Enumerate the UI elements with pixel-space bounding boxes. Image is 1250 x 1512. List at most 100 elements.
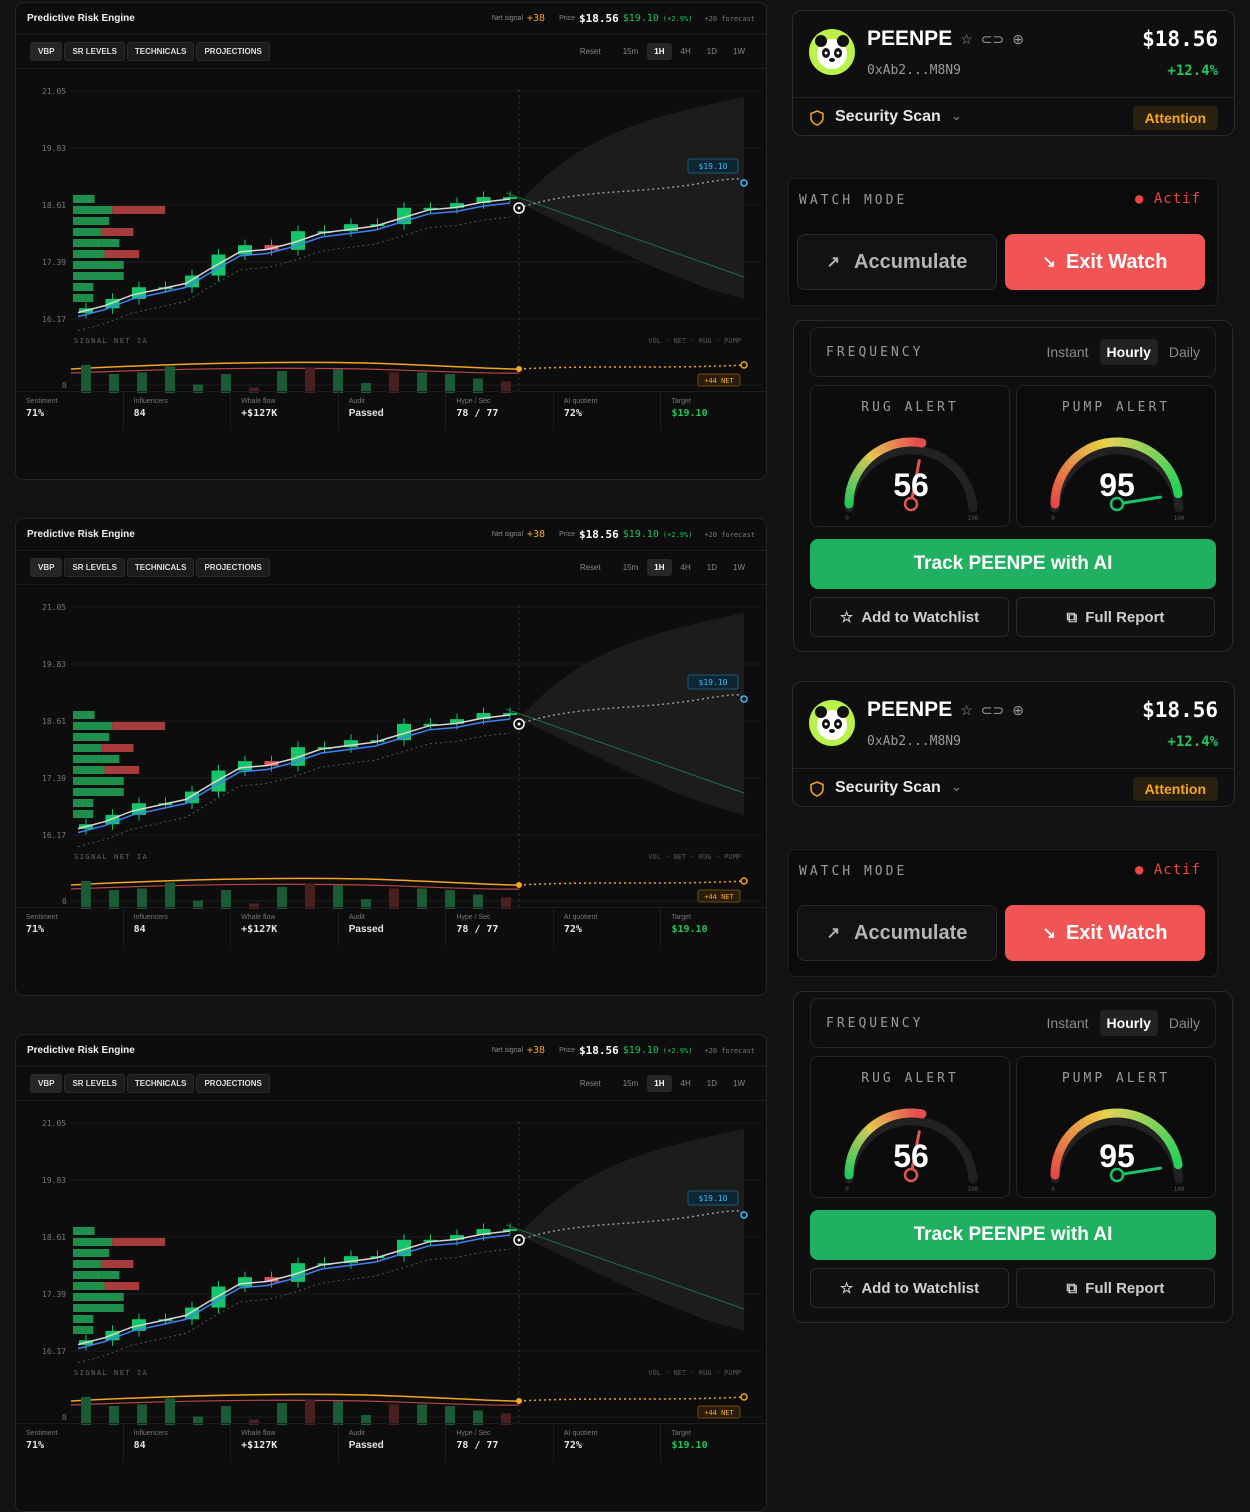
tab-sr-levels[interactable]: SR LEVELS	[64, 558, 124, 577]
exit-watch-button[interactable]: ↘ Exit Watch	[1005, 234, 1205, 290]
gauge-min: 0	[845, 515, 849, 522]
pump-alert-gauge[interactable]: PUMP ALERT 950100	[1016, 385, 1216, 527]
reset-button[interactable]: Reset	[573, 1075, 608, 1092]
add-watchlist-button[interactable]: ☆ Add to Watchlist	[810, 597, 1009, 637]
accumulate-button[interactable]: ↗ Accumulate	[797, 234, 997, 290]
tab-sr-levels[interactable]: SR LEVELS	[64, 42, 124, 61]
stat-influencers: Influencers84	[124, 1424, 232, 1463]
stat-whale-flow: Whale flow+$127K	[231, 392, 339, 431]
signal-bar	[277, 887, 287, 909]
price-chart[interactable]: 21.0519.8318.6117.3916.17$19.10SIGNAL NE…	[16, 69, 767, 393]
timeframe-15m[interactable]: 15m	[616, 43, 646, 60]
timeframe-1h[interactable]: 1H	[647, 43, 671, 60]
globe-icon[interactable]: ⊕	[1012, 702, 1024, 719]
vbp-bar-buy	[96, 1249, 110, 1257]
timeframe-1h[interactable]: 1H	[647, 1075, 671, 1092]
accumulate-button[interactable]: ↗ Accumulate	[797, 905, 997, 961]
vbp-bar-buy	[73, 206, 112, 214]
timeframe-1d[interactable]: 1D	[700, 43, 724, 60]
price-chart[interactable]: 21.0519.8318.6117.3916.17$19.10SIGNAL NE…	[16, 585, 767, 909]
timeframe-4h[interactable]: 4H	[674, 43, 698, 60]
watch-mode-title: WATCH MODE	[799, 864, 907, 879]
timeframe-1h[interactable]: 1H	[647, 559, 671, 576]
reset-button[interactable]: Reset	[573, 559, 608, 576]
gauge-max: 100	[968, 515, 979, 522]
timeframe-4h[interactable]: 4H	[674, 1075, 698, 1092]
tab-vbp[interactable]: VBP	[30, 1074, 62, 1093]
frequency-hourly[interactable]: Hourly	[1100, 1010, 1158, 1036]
timeframe-4h[interactable]: 4H	[674, 559, 698, 576]
full-report-button[interactable]: ⧉ Full Report	[1016, 1268, 1215, 1308]
token-change: +12.4%	[1167, 734, 1218, 750]
gauge-arc	[1177, 1159, 1178, 1164]
full-report-button[interactable]: ⧉ Full Report	[1016, 597, 1215, 637]
signal-label: SIGNAL NET IA	[74, 1369, 148, 1377]
rug-alert-gauge[interactable]: RUG ALERT 560100	[810, 1056, 1010, 1198]
timeframe-15m[interactable]: 15m	[616, 1075, 646, 1092]
timeframe-1d[interactable]: 1D	[700, 1075, 724, 1092]
token-card: PEENPE ☆ ⊂⊃ ⊕ 0xAb2...M8N9 $18.56 +12.4%…	[792, 10, 1235, 136]
vbp-bar-buy	[96, 733, 110, 741]
rug-alert-gauge[interactable]: RUG ALERT 560100	[810, 385, 1010, 527]
token-address[interactable]: 0xAb2...M8N9	[867, 63, 961, 78]
vbp-bar-buy	[73, 1227, 95, 1235]
panel-title: Predictive Risk Engine	[27, 529, 135, 540]
link-icon[interactable]: ⊂⊃	[981, 31, 1004, 48]
vbp-bar-buy	[102, 1271, 120, 1279]
vbp-bar-buy	[73, 799, 86, 807]
add-watchlist-button[interactable]: ☆ Add to Watchlist	[810, 1268, 1009, 1308]
frequency-daily[interactable]: Daily	[1162, 1010, 1207, 1036]
stats-bar: Sentiment71% Influencers84 Whale flow+$1…	[16, 907, 767, 947]
token-address[interactable]: 0xAb2...M8N9	[867, 734, 961, 749]
vbp-bar-buy	[73, 228, 102, 236]
tab-projections[interactable]: PROJECTIONS	[196, 558, 269, 577]
tab-projections[interactable]: PROJECTIONS	[196, 42, 269, 61]
tab-technicals[interactable]: TECHNICALS	[127, 558, 195, 577]
track-ai-button[interactable]: Track PEENPE with AI	[810, 1210, 1216, 1260]
exit-watch-button[interactable]: ↘ Exit Watch	[1005, 905, 1205, 961]
pump-alert-gauge[interactable]: PUMP ALERT 950100	[1016, 1056, 1216, 1198]
security-scan-row[interactable]: Security Scan ⌄ Attention	[793, 768, 1234, 808]
tab-technicals[interactable]: TECHNICALS	[127, 1074, 195, 1093]
reset-button[interactable]: Reset	[573, 43, 608, 60]
tab-technicals[interactable]: TECHNICALS	[127, 42, 195, 61]
stats-bar: Sentiment71% Influencers84 Whale flow+$1…	[16, 391, 767, 431]
frequency-hourly[interactable]: Hourly	[1100, 339, 1158, 365]
tab-vbp[interactable]: VBP	[30, 558, 62, 577]
net-signal-label: Net signal	[492, 531, 523, 538]
track-ai-button[interactable]: Track PEENPE with AI	[810, 539, 1216, 589]
timeframe-15m[interactable]: 15m	[616, 559, 646, 576]
panel-metrics: Net signal +38 Price $18.56 $19.10 (+2.9…	[492, 12, 755, 25]
tab-projections[interactable]: PROJECTIONS	[196, 1074, 269, 1093]
timeframe-1w[interactable]: 1W	[726, 1075, 752, 1092]
star-icon[interactable]: ☆	[960, 31, 973, 48]
vbp-bar-buy	[105, 272, 124, 280]
vbp-bar-sell	[105, 1282, 140, 1290]
frequency-daily[interactable]: Daily	[1162, 339, 1207, 365]
security-scan-row[interactable]: Security Scan ⌄ Attention	[793, 97, 1234, 137]
tab-vbp[interactable]: VBP	[30, 42, 62, 61]
timeframe-1d[interactable]: 1D	[700, 559, 724, 576]
alerts-panel: FREQUENCY Instant Hourly Daily RUG ALERT…	[793, 991, 1233, 1323]
frequency-instant[interactable]: Instant	[1040, 1010, 1096, 1036]
star-icon[interactable]: ☆	[960, 702, 973, 719]
net-badge-label: +44 NET	[704, 1409, 734, 1417]
y-tick-label: 16.17	[42, 831, 66, 840]
link-icon[interactable]: ⊂⊃	[981, 702, 1004, 719]
candle-body	[503, 1229, 517, 1231]
vbp-bar-buy	[105, 1293, 124, 1301]
vbp-bar-buy	[73, 777, 105, 785]
gauge-value: 56	[893, 1138, 929, 1174]
vbp-bar-buy	[105, 777, 124, 785]
price-chart[interactable]: 21.0519.8318.6117.3916.17$19.10SIGNAL NE…	[16, 1101, 767, 1425]
token-change: +12.4%	[1167, 63, 1218, 79]
token-name: PEENPE	[867, 27, 952, 51]
timeframe-1w[interactable]: 1W	[726, 559, 752, 576]
frequency-instant[interactable]: Instant	[1040, 339, 1096, 365]
globe-icon[interactable]: ⊕	[1012, 31, 1024, 48]
timeframe-1w[interactable]: 1W	[726, 43, 752, 60]
vbp-bar-buy	[86, 1326, 94, 1334]
tab-sr-levels[interactable]: SR LEVELS	[64, 1074, 124, 1093]
ma-line-slow	[78, 1235, 510, 1349]
net-now-dot	[516, 1398, 522, 1404]
